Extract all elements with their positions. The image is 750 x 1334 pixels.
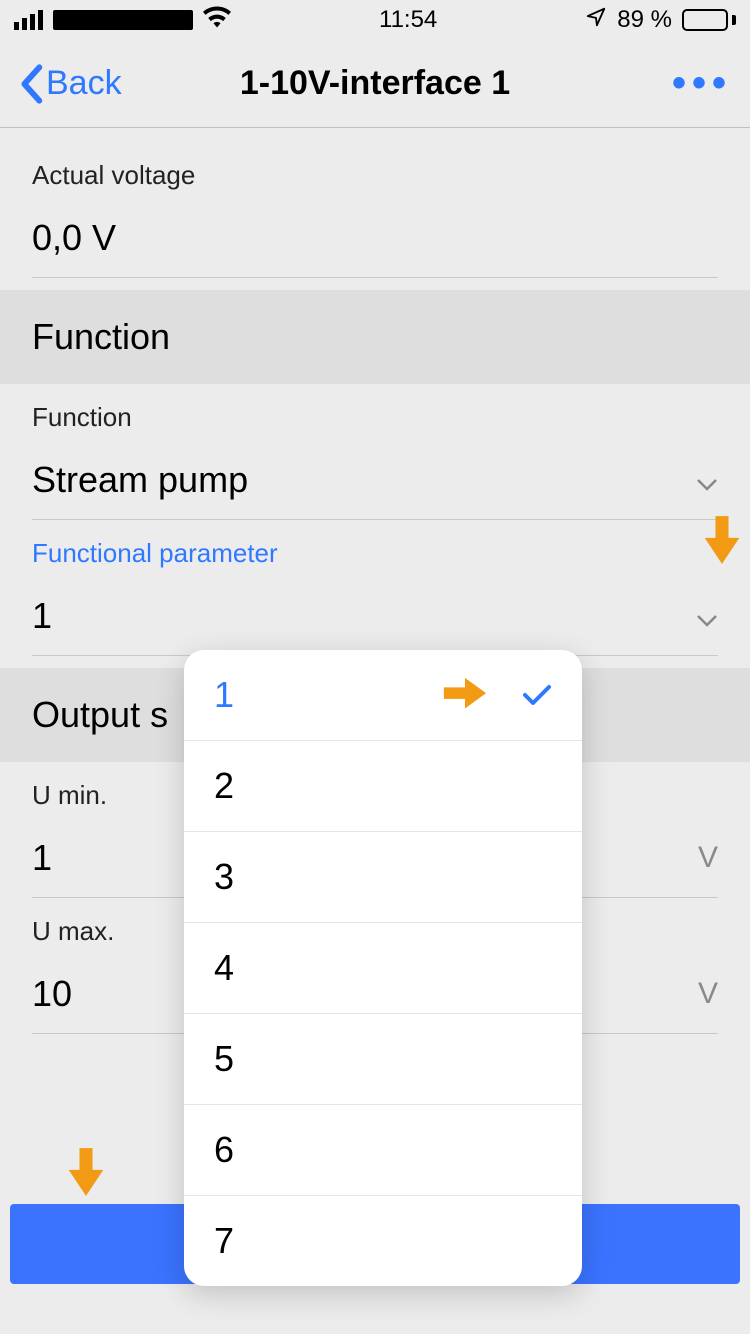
dropdown-option-6[interactable]: 6 (184, 1105, 582, 1196)
content: Actual voltage 0,0 V Function Function S… (0, 128, 750, 1034)
dropdown-option-label: 3 (214, 856, 234, 898)
chevron-down-icon (696, 595, 718, 637)
dropdown-option-5[interactable]: 5 (184, 1014, 582, 1105)
functional-parameter-dropdown: 1 2 3 4 5 6 7 (184, 650, 582, 1286)
u-min-unit: V (698, 841, 718, 875)
dropdown-option-label: 4 (214, 947, 234, 989)
location-icon (585, 6, 607, 35)
more-button[interactable]: ••• (672, 61, 732, 106)
annotation-arrow-icon (442, 674, 488, 716)
annotation-arrow-icon (700, 514, 744, 566)
dropdown-option-2[interactable]: 2 (184, 741, 582, 832)
functional-parameter-label: Functional parameter (32, 538, 718, 569)
u-max-value: 10 (32, 973, 72, 1015)
status-time: 11:54 (379, 6, 437, 34)
field-actual-voltage: Actual voltage 0,0 V (0, 128, 750, 278)
nav-bar: Back 1-10V-interface 1 ••• (0, 40, 750, 128)
dropdown-option-3[interactable]: 3 (184, 832, 582, 923)
back-button[interactable]: Back (18, 64, 122, 104)
status-left (14, 6, 231, 35)
functional-parameter-value: 1 (32, 595, 52, 637)
dropdown-option-label: 2 (214, 765, 234, 807)
annotation-arrow-icon (64, 1146, 108, 1198)
checkmark-icon (522, 674, 552, 716)
actual-voltage-value-row: 0,0 V (32, 217, 718, 278)
field-functional-parameter: Functional parameter 1 (0, 520, 750, 656)
section-header-function: Function (0, 290, 750, 384)
field-function: Function Stream pump (0, 384, 750, 520)
battery-percent: 89 % (617, 6, 672, 34)
actual-voltage-label: Actual voltage (32, 160, 718, 191)
cellular-signal-icon (14, 10, 43, 30)
dropdown-option-4[interactable]: 4 (184, 923, 582, 1014)
dropdown-option-label: 6 (214, 1129, 234, 1171)
status-bar: 11:54 89 % (0, 0, 750, 40)
status-right: 89 % (585, 6, 736, 35)
u-min-value: 1 (32, 837, 52, 879)
actual-voltage-value: 0,0 V (32, 217, 116, 259)
dropdown-option-label: 7 (214, 1220, 234, 1262)
dropdown-option-label: 1 (214, 674, 234, 716)
functional-parameter-select[interactable]: 1 (32, 595, 718, 656)
function-value: Stream pump (32, 459, 248, 501)
chevron-left-icon (18, 64, 44, 104)
wifi-icon (203, 6, 231, 35)
dropdown-option-7[interactable]: 7 (184, 1196, 582, 1286)
function-select[interactable]: Stream pump (32, 459, 718, 520)
chevron-down-icon (696, 459, 718, 501)
u-max-unit: V (698, 977, 718, 1011)
dropdown-option-label: 5 (214, 1038, 234, 1080)
function-label: Function (32, 402, 718, 433)
dropdown-option-1[interactable]: 1 (184, 650, 582, 741)
back-label: Back (46, 64, 122, 103)
battery-icon (682, 9, 736, 31)
carrier-strip (53, 10, 193, 30)
